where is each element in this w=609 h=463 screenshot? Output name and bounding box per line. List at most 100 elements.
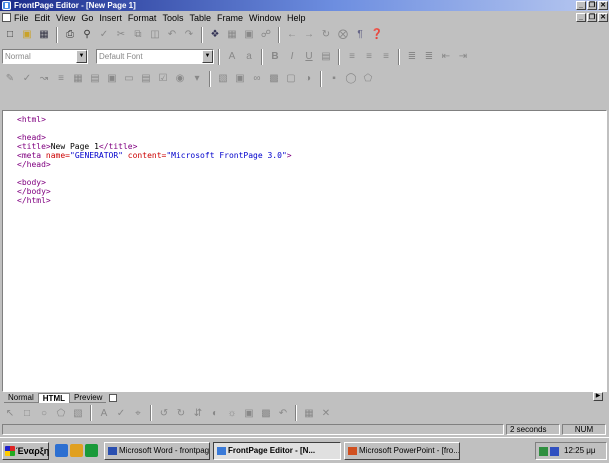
font-select[interactable]: Default Font ▼	[96, 49, 214, 64]
doc-minimize-button[interactable]: _	[576, 13, 586, 22]
transparent-icon[interactable]: ✓	[113, 405, 129, 422]
dropdown-icon[interactable]: ▾	[189, 70, 205, 87]
forward-icon[interactable]: →	[301, 26, 317, 43]
marquee-icon[interactable]: ▩	[266, 70, 282, 87]
help-icon[interactable]: ❓	[369, 26, 385, 43]
link-icon[interactable]: ∞	[249, 70, 265, 87]
radio-icon[interactable]: ◉	[172, 70, 188, 87]
document-icon[interactable]	[2, 13, 11, 22]
menu-go[interactable]: Go	[81, 13, 93, 23]
outlook-icon[interactable]	[85, 444, 98, 457]
brightness-icon[interactable]: ☼	[224, 405, 240, 422]
tab-html[interactable]: HTML	[37, 393, 70, 403]
code-line[interactable]: <html>	[17, 115, 592, 124]
rectangle-icon[interactable]: □	[19, 405, 35, 422]
font-size-down-icon[interactable]: a	[241, 48, 257, 65]
redo-icon[interactable]: ↷	[181, 26, 197, 43]
bold-icon[interactable]: B	[267, 48, 283, 65]
copy-icon[interactable]: ⧉	[130, 26, 146, 43]
decrease-indent-icon[interactable]: ⇤	[438, 48, 454, 65]
underline-icon[interactable]: U	[301, 48, 317, 65]
save-icon[interactable]: ▦	[36, 26, 52, 43]
checkbox-icon[interactable]: ☑	[155, 70, 171, 87]
numbered-list-icon[interactable]: ≣	[404, 48, 420, 65]
restore-icon[interactable]: ↶	[275, 405, 291, 422]
delete-icon[interactable]: ✕	[318, 405, 334, 422]
menu-format[interactable]: Format	[128, 13, 157, 23]
undo-icon[interactable]: ↶	[164, 26, 180, 43]
spelling-icon[interactable]: ✓	[96, 26, 112, 43]
minimize-button[interactable]: _	[576, 1, 586, 10]
align-left-icon[interactable]: ≡	[344, 48, 360, 65]
list-icon[interactable]: ≡	[53, 70, 69, 87]
code-line[interactable]: </body>	[17, 187, 592, 196]
tab-preview[interactable]: Preview	[70, 393, 107, 403]
polygon-tool-icon[interactable]: ⬠	[53, 405, 69, 422]
select-icon[interactable]: ↖	[2, 405, 18, 422]
frame-icon[interactable]: ▢	[283, 70, 299, 87]
start-button[interactable]: Έναρξη	[2, 442, 49, 460]
textarea-icon[interactable]: ▤	[138, 70, 154, 87]
code-line[interactable]: <head>	[17, 133, 592, 142]
flip-icon[interactable]: ⇵	[190, 405, 206, 422]
page-icon[interactable]	[109, 394, 118, 402]
cut-icon[interactable]: ✂	[113, 26, 129, 43]
show-all-icon[interactable]: ¶	[352, 26, 368, 43]
clock[interactable]: 12:25 μμ	[564, 446, 595, 455]
align-right-icon[interactable]: ≡	[378, 48, 394, 65]
stop-icon[interactable]: ⨂	[335, 26, 351, 43]
table-icon[interactable]: ▦	[224, 26, 240, 43]
task-word[interactable]: Microsoft Word - frontpage	[104, 442, 210, 460]
menu-table[interactable]: Table	[189, 13, 211, 23]
refresh-icon[interactable]: ↻	[318, 26, 334, 43]
check-icon[interactable]: ✓	[19, 70, 35, 87]
text-color-icon[interactable]: ▤	[318, 48, 334, 65]
code-line[interactable]	[17, 124, 592, 133]
code-line[interactable]: <title>New Page 1</title>	[17, 142, 592, 151]
menu-edit[interactable]: Edit	[35, 13, 51, 23]
back-icon[interactable]: ←	[284, 26, 300, 43]
doc-restore-button[interactable]: ❐	[587, 13, 597, 22]
bulleted-list-icon[interactable]: ≣	[421, 48, 437, 65]
color-icon[interactable]: ◑	[300, 70, 316, 87]
wand-icon[interactable]: ↝	[36, 70, 52, 87]
highlight-icon[interactable]: ▧	[70, 405, 86, 422]
contrast-icon[interactable]: ◐	[207, 405, 223, 422]
task-frontpage[interactable]: FrontPage Editor - [N...	[213, 442, 341, 460]
grid-icon[interactable]: ▦	[70, 70, 86, 87]
text-tool-icon[interactable]: A	[96, 405, 112, 422]
style-select[interactable]: Normal ▼	[2, 49, 88, 64]
tab-normal[interactable]: Normal	[4, 393, 38, 403]
network-icon[interactable]	[539, 447, 548, 456]
menu-help[interactable]: Help	[287, 13, 306, 23]
new-page-icon[interactable]: □	[2, 26, 18, 43]
scroll-right-icon[interactable]: ▶	[593, 392, 603, 401]
menu-frame[interactable]: Frame	[217, 13, 243, 23]
image-map-icon[interactable]: ▪	[326, 70, 342, 87]
align-center-icon[interactable]: ≡	[361, 48, 377, 65]
menu-file[interactable]: File	[14, 13, 29, 23]
frontpage-app-icon[interactable]	[2, 1, 11, 10]
code-line[interactable]	[17, 169, 592, 178]
rotate-right-icon[interactable]: ↻	[173, 405, 189, 422]
desktop-icon[interactable]	[55, 444, 68, 457]
grid-view-icon[interactable]: ▦	[301, 405, 317, 422]
image-icon[interactable]: ▣	[241, 26, 257, 43]
code-line[interactable]: <meta name="GENERATOR" content="Microsof…	[17, 151, 592, 160]
hotspot-icon[interactable]: ◯	[343, 70, 359, 87]
resample-icon[interactable]: ▩	[258, 405, 274, 422]
bevel-icon[interactable]: ▣	[241, 405, 257, 422]
chevron-down-icon[interactable]: ▼	[76, 50, 87, 63]
italic-icon[interactable]: I	[284, 48, 300, 65]
increase-indent-icon[interactable]: ⇥	[455, 48, 471, 65]
print-icon[interactable]: ⎙	[62, 26, 78, 43]
chevron-down-icon[interactable]: ▼	[202, 50, 213, 63]
code-line[interactable]: <body>	[17, 178, 592, 187]
push-button-icon[interactable]: ▧	[215, 70, 231, 87]
textbox-icon[interactable]: ▭	[121, 70, 137, 87]
webbot-icon[interactable]: ❖	[207, 26, 223, 43]
code-line[interactable]: </html>	[17, 196, 592, 205]
circle-icon[interactable]: ○	[36, 405, 52, 422]
doc-close-button[interactable]: ✕	[598, 13, 608, 22]
image-field-icon[interactable]: ▣	[232, 70, 248, 87]
